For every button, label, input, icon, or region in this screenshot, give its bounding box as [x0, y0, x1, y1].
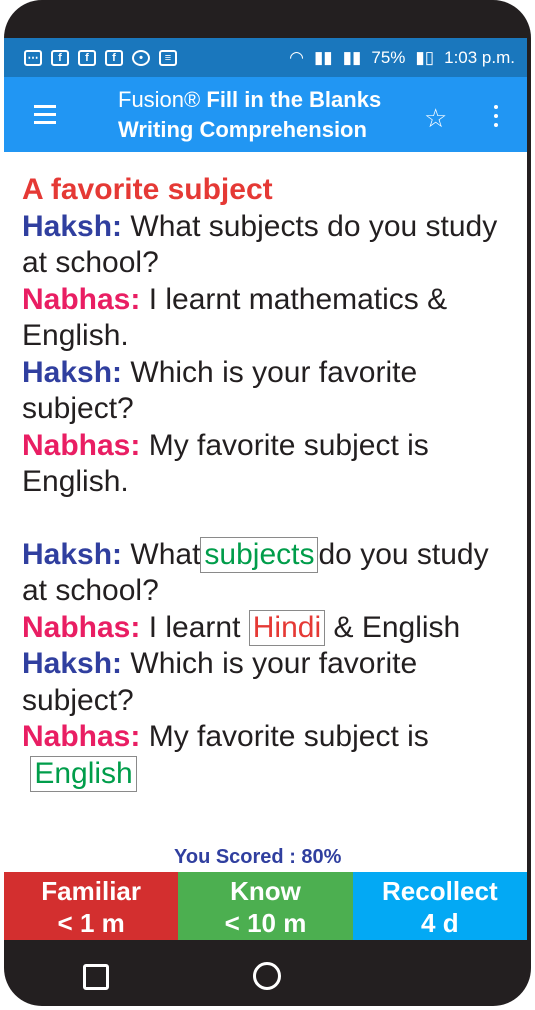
more-options-icon[interactable]	[494, 105, 498, 132]
blank-answer-correct[interactable]: English	[30, 755, 137, 792]
phone: ⋯ f f f • ≡ ◠ ▮▮ ▮▮ 75% ▮▯ 1:03 p.m. Fus…	[0, 0, 535, 1010]
clock: 1:03 p.m.	[444, 47, 515, 67]
passage-line: Haksh: Which is your favorite subject?	[22, 355, 418, 426]
exercise-line: Nabhas: My favorite subject is English	[22, 720, 429, 792]
passage-line: Nabhas: I learnt mathematics & English.	[22, 282, 448, 353]
battery-percent: 75%	[371, 47, 406, 67]
exercise-line: Nabhas: I learnt Hindi & English	[22, 609, 461, 646]
nav-bar	[4, 940, 527, 1006]
app-brand: Fusion®	[118, 87, 201, 112]
passage-title: A favorite subject	[22, 173, 273, 206]
passage-line: Haksh: What subjects do you study at sch…	[22, 209, 498, 280]
facebook-icon: f	[105, 49, 123, 66]
signal-icon: ▮▮	[342, 47, 362, 67]
app-subtitle: Writing Comprehension	[118, 117, 367, 142]
wifi-icon: ◠	[289, 47, 304, 67]
recollect-button[interactable]: Recollect 4 d	[352, 872, 527, 940]
status-bar: ⋯ f f f • ≡ ◠ ▮▮ ▮▮ 75% ▮▯ 1:03 p.m.	[4, 38, 527, 77]
battery-icon: ▮▯	[415, 47, 435, 67]
signal-icon: ▮▮	[313, 47, 333, 67]
passage: A favorite subject Haksh: What subjects …	[22, 172, 512, 792]
menu-icon[interactable]	[34, 105, 56, 129]
facebook-icon: f	[51, 49, 69, 66]
exercise-line: Haksh: Which is your favorite subject?	[22, 647, 418, 717]
blank-answer-incorrect[interactable]: Hindi	[248, 609, 326, 646]
know-button[interactable]: Know < 10 m	[178, 872, 353, 940]
note-icon: ≡	[159, 49, 177, 66]
blank-answer-correct[interactable]: subjects	[200, 536, 319, 573]
content-area: A favorite subject Haksh: What subjects …	[4, 152, 527, 872]
recent-apps-icon[interactable]	[83, 964, 109, 990]
recall-buttons: Familiar < 1 m Know < 10 m Recollect 4 d	[4, 872, 527, 940]
exercise-line: Haksh: What subjects do you study at schoo…	[22, 536, 489, 607]
facebook-icon: f	[78, 49, 96, 66]
familiar-button[interactable]: Familiar < 1 m	[4, 872, 179, 940]
score-label: You Scored : 80%	[174, 846, 342, 868]
home-icon[interactable]	[253, 962, 281, 990]
star-icon[interactable]: ☆	[424, 103, 447, 134]
messenger-icon: •	[132, 49, 150, 66]
app-title: Fusion® Fill in the Blanks	[118, 87, 381, 113]
app-bar: Fusion® Fill in the Blanks Writing Compr…	[4, 77, 527, 152]
passage-line: Nabhas: My favorite subject is English.	[22, 428, 429, 499]
app-mode: Fill in the Blanks	[206, 87, 382, 112]
message-icon: ⋯	[24, 49, 42, 66]
